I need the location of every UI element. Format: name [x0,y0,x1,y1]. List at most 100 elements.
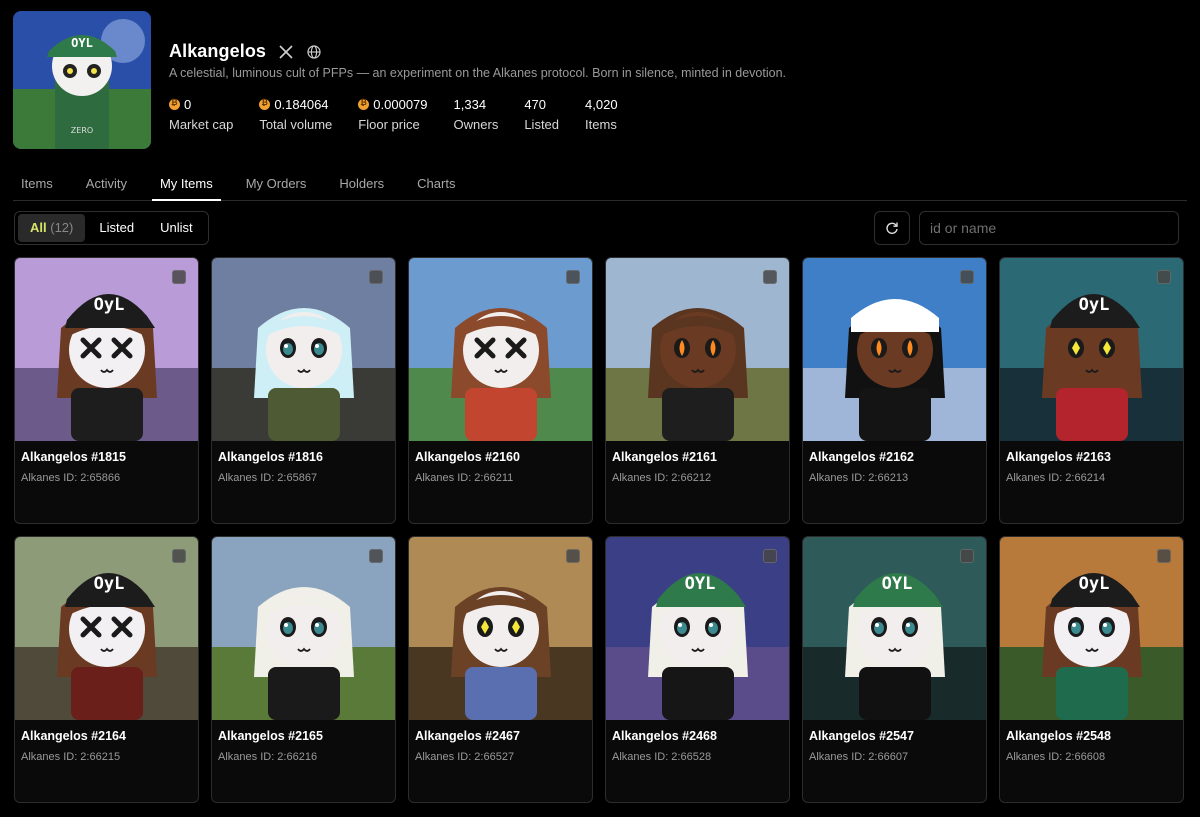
nft-card[interactable]: OyL Alkangelos #2163 Alkanes ID: 2:66214 [999,257,1184,524]
nft-image: OyL [1000,258,1183,441]
collection-header: OYL ZERO Alkangelos A celestial, luminou… [13,11,1187,151]
svg-text:OyL: OyL [1079,574,1110,594]
stat-label: Market cap [169,117,234,132]
nft-alkanes-id: Alkanes ID: 2:66212 [612,472,712,484]
nft-alkanes-id: Alkanes ID: 2:66527 [415,751,515,763]
nft-alkanes-id: Alkanes ID: 2:66528 [612,751,712,763]
collection-stats: 0 Market cap 0.184064 Total volume 0.000079 F… [169,97,644,132]
stat-market-cap: 0 Market cap [169,97,233,132]
nft-alkanes-id: Alkanes ID: 2:66608 [1006,751,1106,763]
nft-image [803,258,986,441]
nft-card[interactable]: Alkangelos #2160 Alkanes ID: 2:66211 [408,257,593,524]
nft-name: Alkangelos #2547 [809,729,914,743]
nft-image [212,537,395,720]
collection-avatar: OYL ZERO [13,11,151,149]
nft-card[interactable]: OyL Alkangelos #2548 Alkanes ID: 2:66608 [999,536,1184,803]
svg-text:OyL: OyL [94,295,125,315]
x-icon[interactable] [278,44,294,60]
nft-name: Alkangelos #2160 [415,450,520,464]
nft-card[interactable]: Alkangelos #1816 Alkanes ID: 2:65867 [211,257,396,524]
nft-name: Alkangelos #2468 [612,729,717,743]
nft-alkanes-id: Alkanes ID: 2:65866 [21,472,121,484]
nft-card[interactable]: Alkangelos #2165 Alkanes ID: 2:66216 [211,536,396,803]
nft-card[interactable]: OYL Alkangelos #2468 Alkanes ID: 2:66528 [605,536,790,803]
nft-image: OYL [803,537,986,720]
globe-icon[interactable] [306,44,322,60]
nft-alkanes-id: Alkanes ID: 2:65867 [218,472,318,484]
nft-alkanes-id: Alkanes ID: 2:66216 [218,751,318,763]
svg-text:OyL: OyL [1079,295,1110,315]
refresh-button[interactable] [874,211,910,245]
tab-activity[interactable]: Activity [78,170,135,201]
svg-text:OYL: OYL [71,36,93,50]
svg-text:OYL: OYL [882,574,913,594]
select-checkbox[interactable] [1157,549,1171,563]
nft-card[interactable]: OyL Alkangelos #2164 Alkanes ID: 2:66215 [14,536,199,803]
nft-name: Alkangelos #2548 [1006,729,1111,743]
select-checkbox[interactable] [960,549,974,563]
filter-listed-button[interactable]: Listed [87,214,146,242]
stat-total-volume: 0.184064 Total volume [259,97,332,132]
tab-items[interactable]: Items [13,170,61,201]
stat-items: 4,020 Items [585,96,618,133]
nft-card[interactable]: OYL Alkangelos #2547 Alkanes ID: 2:66607 [802,536,987,803]
nft-name: Alkangelos #1815 [21,450,126,464]
nft-card[interactable]: Alkangelos #2162 Alkanes ID: 2:66213 [802,257,987,524]
collection-title: Alkangelos [169,41,267,61]
nft-name: Alkangelos #2161 [612,450,717,464]
tab-bar: Items Activity My Items My Orders Holders Cha… [13,170,1187,201]
select-checkbox[interactable] [172,270,186,284]
nft-image: OyL [15,258,198,441]
nft-name: Alkangelos #2162 [809,450,914,464]
nft-image: OYL [606,537,789,720]
select-checkbox[interactable] [960,270,974,284]
select-checkbox[interactable] [172,549,186,563]
tab-charts[interactable]: Charts [409,170,463,201]
nft-image: OyL [15,537,198,720]
stat-value: 0 [184,96,192,112]
stat-label: Listed [524,117,560,132]
filter-all-label: All [30,220,47,235]
nft-card[interactable]: OyL Alkangelos #1815 Alkanes ID: 2:65866 [14,257,199,524]
svg-text:ZERO: ZERO [71,126,93,135]
bitcoin-icon [259,98,271,110]
stat-value: 4,020 [585,96,618,112]
nft-alkanes-id: Alkanes ID: 2:66211 [415,472,514,484]
nft-image [212,258,395,441]
nft-image [409,258,592,441]
stat-label: Owners [453,117,499,132]
svg-text:OyL: OyL [94,574,125,594]
nft-card[interactable]: Alkangelos #2467 Alkanes ID: 2:66527 [408,536,593,803]
svg-text:OYL: OYL [685,574,716,594]
filter-all-button[interactable]: All (12) [18,214,86,242]
items-grid: OyL Alkangelos #1815 Alkanes ID: 2:65866 Al… [14,257,1186,803]
nft-name: Alkangelos #1816 [218,450,323,464]
select-checkbox[interactable] [763,549,777,563]
stat-value: 0.000079 [373,96,428,112]
stat-label: Floor price [358,117,420,132]
search-input[interactable] [919,211,1179,245]
tab-my-items[interactable]: My Items [151,170,221,201]
select-checkbox[interactable] [566,270,580,284]
select-checkbox[interactable] [369,270,383,284]
nft-alkanes-id: Alkanes ID: 2:66214 [1006,472,1106,484]
filter-unlist-button[interactable]: Unlist [148,214,205,242]
stat-value: 0.184064 [274,96,329,112]
bitcoin-icon [358,98,370,110]
nft-image [409,537,592,720]
select-checkbox[interactable] [763,270,777,284]
select-checkbox[interactable] [1157,270,1171,284]
tab-holders[interactable]: Holders [331,170,392,201]
select-checkbox[interactable] [369,549,383,563]
nft-name: Alkangelos #2163 [1006,450,1111,464]
select-checkbox[interactable] [566,549,580,563]
stat-floor-price: 0.000079 Floor price [358,96,428,132]
listing-filter: All (12) Listed Unlist [14,211,209,245]
nft-name: Alkangelos #2467 [415,729,520,743]
nft-alkanes-id: Alkanes ID: 2:66607 [809,751,909,763]
refresh-icon [886,222,898,234]
nft-name: Alkangelos #2165 [218,729,323,743]
nft-alkanes-id: Alkanes ID: 2:66215 [21,751,121,763]
tab-my-orders[interactable]: My Orders [238,170,315,201]
nft-card[interactable]: Alkangelos #2161 Alkanes ID: 2:66212 [605,257,790,524]
